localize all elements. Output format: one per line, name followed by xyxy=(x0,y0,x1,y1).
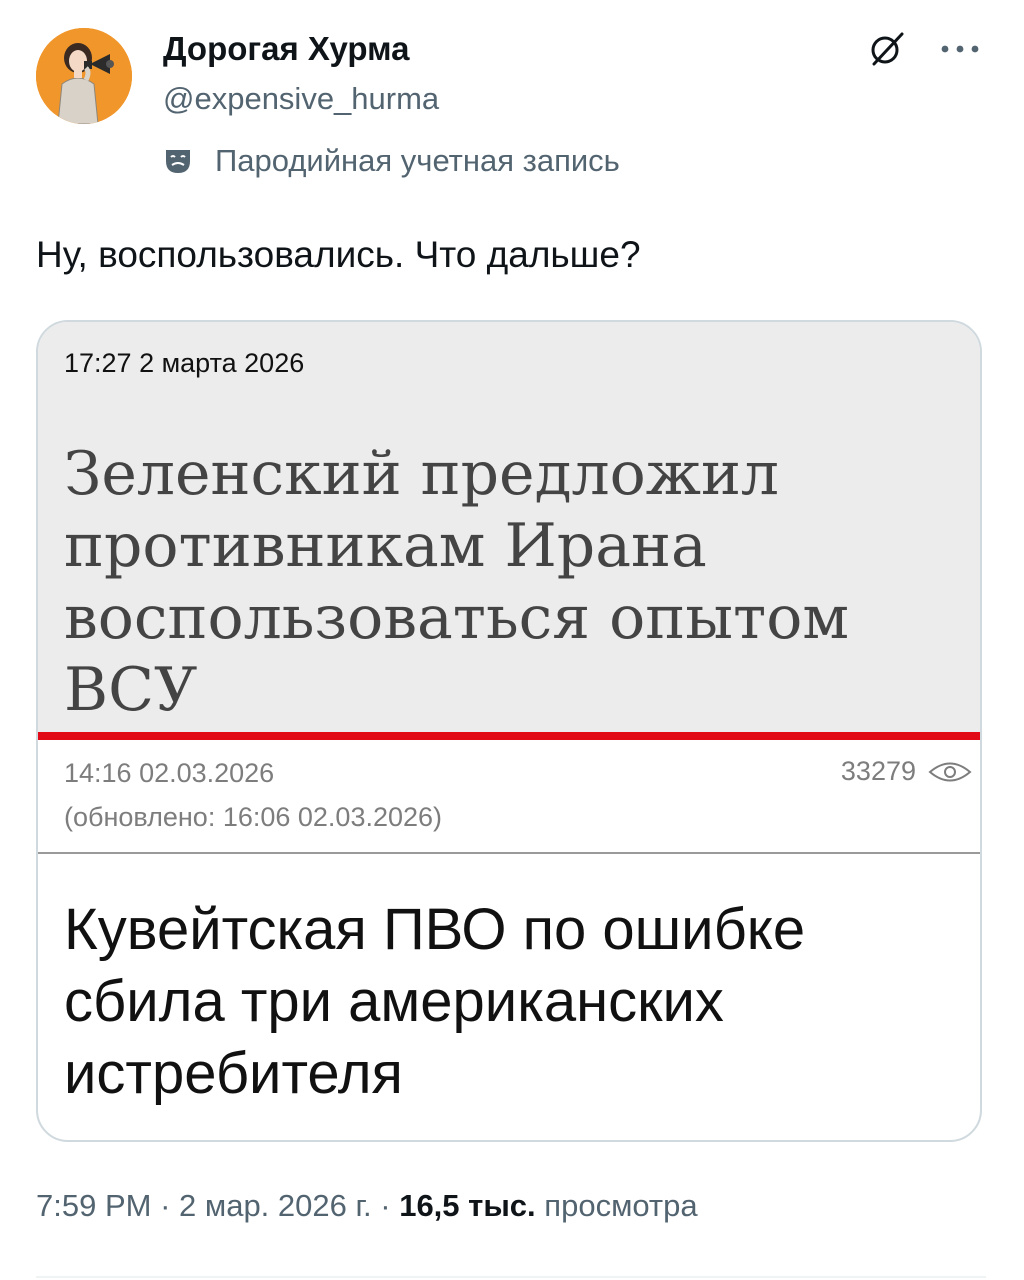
tweet-time[interactable]: 7:59 PM xyxy=(36,1188,151,1223)
theater-mask-icon xyxy=(166,150,190,173)
tweet-views-count: 16,5 тыс. xyxy=(399,1188,536,1223)
article-2-headline-line: истребителя xyxy=(64,1041,403,1106)
article-1-headline-line: противникам Ирана xyxy=(64,511,707,581)
author-handle[interactable]: @expensive_hurma xyxy=(163,81,439,117)
footer-separator: · xyxy=(380,1188,391,1223)
article-1-headline: Зеленский предложил противникам Ирана во… xyxy=(64,438,964,726)
article-2-headline: Кувейтская ПВО по ошибке сбила три амери… xyxy=(64,894,954,1110)
article-2-headline-line: сбила три американских xyxy=(64,969,724,1034)
tweet-views-label: просмотра xyxy=(544,1188,698,1223)
tweet-footer-meta: 7:59 PM · 2 мар. 2026 г. · 16,5 тыс. про… xyxy=(36,1188,698,1224)
avatar-photo xyxy=(36,28,132,124)
author-avatar[interactable] xyxy=(36,28,132,124)
article-1-headline-line: ВСУ xyxy=(64,655,198,725)
tweet-date[interactable]: 2 мар. 2026 г. xyxy=(179,1188,372,1223)
footer-separator: · xyxy=(160,1188,171,1223)
eye-icon xyxy=(928,762,972,781)
article-1-panel: 17:27 2 марта 2026 Зеленский предложил п… xyxy=(38,322,980,732)
parody-account-label: Пародийная учетная запись xyxy=(163,138,620,184)
article-2-headline-line: Кувейтская ПВО по ошибке xyxy=(64,897,806,962)
tweet-text: Ну, воспользовались. Что дальше? xyxy=(36,234,641,275)
article-views-count: 33279 xyxy=(840,756,916,786)
tweet-media-card[interactable]: 17:27 2 марта 2026 Зеленский предложил п… xyxy=(36,320,982,1142)
article-meta: 14:16 02.03.2026 (обновлено: 16:06 02.03… xyxy=(38,740,980,852)
parody-label-text: Пародийная учетная запись xyxy=(215,143,620,178)
article-1-datetime: 17:27 2 марта 2026 xyxy=(64,348,305,378)
author-display-name[interactable]: Дорогая Хурма xyxy=(163,30,409,68)
bottom-divider xyxy=(36,1276,986,1278)
meta-divider xyxy=(38,852,980,854)
more-dots-icon[interactable] xyxy=(936,36,984,62)
accent-divider xyxy=(38,732,980,740)
article-published-date: 14:16 02.03.2026 xyxy=(64,758,275,788)
article-updated-date: (обновлено: 16:06 02.03.2026) xyxy=(64,802,443,832)
grok-icon[interactable] xyxy=(868,30,906,68)
article-views: 33279 xyxy=(841,756,972,787)
article-1-headline-line: воспользоваться опытом xyxy=(64,583,850,653)
article-1-headline-line: Зеленский предложил xyxy=(64,439,780,509)
